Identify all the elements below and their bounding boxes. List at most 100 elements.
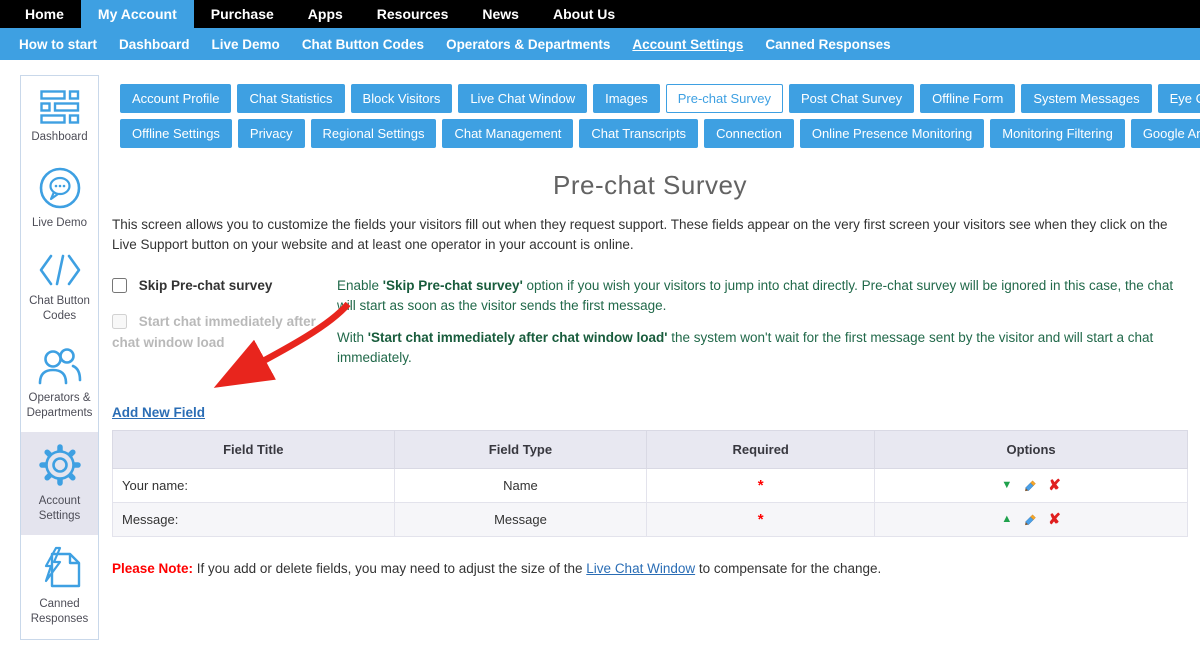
prechat-fields-table: Field Title Field Type Required Options …	[112, 430, 1188, 537]
tab-chat-statistics[interactable]: Chat Statistics	[237, 84, 344, 113]
sidebar: Dashboard Live Demo Chat Button Codes	[20, 75, 99, 640]
start-chat-immediately-checkbox[interactable]	[112, 314, 127, 329]
field-type-cell: Name	[394, 469, 647, 503]
skip-prechat-survey-label: Skip Pre-chat survey	[139, 278, 273, 293]
nav-my-account[interactable]: My Account	[81, 0, 194, 28]
field-title-cell: Your name:	[113, 469, 395, 503]
subnav-chat-button-codes[interactable]: Chat Button Codes	[291, 37, 435, 52]
canned-responses-icon	[37, 545, 83, 591]
tab-images[interactable]: Images	[593, 84, 660, 113]
page-title: Pre-chat Survey	[112, 170, 1188, 201]
nav-news[interactable]: News	[465, 0, 536, 28]
tab-post-chat-survey[interactable]: Post Chat Survey	[789, 84, 914, 113]
delete-x-icon[interactable]: ✘	[1048, 512, 1061, 527]
main-nav: Home My Account Purchase Apps Resources …	[0, 0, 1200, 28]
tab-eye-catcher[interactable]: Eye Catcher	[1158, 84, 1200, 113]
please-note: Please Note: If you add or delete fields…	[112, 561, 1188, 576]
required-cell: *	[647, 469, 875, 503]
subnav-canned-responses[interactable]: Canned Responses	[754, 37, 901, 52]
skip-prechat-survey-option: Skip Pre-chat survey	[112, 276, 327, 296]
sidebar-item-label: Dashboard	[31, 130, 87, 145]
option-descriptions: Enable 'Skip Pre-chat survey' option if …	[337, 276, 1188, 379]
subnav-how-to-start[interactable]: How to start	[8, 37, 108, 52]
settings-tabs-row-1: Account Profile Chat Statistics Block Vi…	[120, 84, 1188, 113]
sidebar-item-label: Account Settings	[23, 494, 96, 524]
nav-purchase[interactable]: Purchase	[194, 0, 291, 28]
desc2-prefix: With	[337, 330, 368, 345]
sidebar-item-label: Live Demo	[32, 216, 87, 231]
sidebar-item-operators-departments[interactable]: Operators & Departments	[21, 335, 98, 432]
live-demo-icon	[38, 166, 82, 210]
desc1-bold: 'Skip Pre-chat survey'	[383, 278, 523, 293]
header-field-title: Field Title	[113, 431, 395, 469]
options-cell: ▲ ✘	[875, 503, 1188, 537]
sidebar-item-label: Operators & Departments	[23, 391, 96, 421]
tab-regional-settings[interactable]: Regional Settings	[311, 119, 437, 148]
edit-pencil-icon[interactable]	[1022, 478, 1038, 494]
edit-pencil-icon[interactable]	[1022, 512, 1038, 528]
nav-about-us[interactable]: About Us	[536, 0, 632, 28]
skip-option-description: Enable 'Skip Pre-chat survey' option if …	[337, 276, 1188, 317]
main-content: Account Profile Chat Statistics Block Vi…	[112, 84, 1188, 590]
note-text-before: If you add or delete fields, you may nee…	[193, 561, 586, 576]
subnav-live-demo[interactable]: Live Demo	[201, 37, 291, 52]
table-header-row: Field Title Field Type Required Options	[113, 431, 1188, 469]
tab-google-analytics[interactable]: Google Analytics	[1131, 119, 1200, 148]
desc1-prefix: Enable	[337, 278, 383, 293]
tab-online-presence-monitoring[interactable]: Online Presence Monitoring	[800, 119, 984, 148]
options-cell: ▼ ✘	[875, 469, 1188, 503]
account-nav: How to start Dashboard Live Demo Chat Bu…	[0, 28, 1200, 60]
sidebar-item-account-settings[interactable]: Account Settings	[21, 432, 98, 535]
header-field-type: Field Type	[394, 431, 647, 469]
operators-icon	[37, 345, 83, 385]
dashboard-icon	[40, 90, 80, 124]
settings-tabs-row-2: Offline Settings Privacy Regional Settin…	[120, 119, 1188, 148]
required-asterisk: *	[758, 477, 764, 494]
subnav-operators-departments[interactable]: Operators & Departments	[435, 37, 621, 52]
field-type-cell: Message	[394, 503, 647, 537]
sidebar-item-chat-button-codes[interactable]: Chat Button Codes	[21, 242, 98, 335]
intro-text: This screen allows you to customize the …	[112, 215, 1188, 254]
required-asterisk: *	[758, 511, 764, 528]
start-chat-immediately-label: Start chat immediately after chat window…	[112, 314, 316, 349]
code-icon	[37, 252, 83, 288]
header-options: Options	[875, 431, 1188, 469]
start-chat-immediately-option: Start chat immediately after chat window…	[112, 312, 327, 353]
table-row: Your name: Name * ▼	[113, 469, 1188, 503]
field-title-cell: Message:	[113, 503, 395, 537]
live-chat-window-link[interactable]: Live Chat Window	[586, 561, 695, 576]
desc2-bold: 'Start chat immediately after chat windo…	[368, 330, 668, 345]
sidebar-item-label: Canned Responses	[23, 597, 96, 627]
tab-offline-form[interactable]: Offline Form	[920, 84, 1015, 113]
sidebar-item-dashboard[interactable]: Dashboard	[21, 80, 98, 156]
sidebar-item-canned-responses[interactable]: Canned Responses	[21, 535, 98, 638]
delete-x-icon[interactable]: ✘	[1048, 478, 1061, 493]
table-row: Message: Message * ▲	[113, 503, 1188, 537]
tab-live-chat-window[interactable]: Live Chat Window	[458, 84, 587, 113]
nav-apps[interactable]: Apps	[291, 0, 360, 28]
tab-offline-settings[interactable]: Offline Settings	[120, 119, 232, 148]
survey-options: Skip Pre-chat survey Start chat immediat…	[112, 276, 1188, 379]
skip-prechat-survey-checkbox[interactable]	[112, 278, 127, 293]
move-up-icon[interactable]: ▲	[1001, 514, 1012, 525]
tab-pre-chat-survey[interactable]: Pre-chat Survey	[666, 84, 783, 113]
gear-icon	[37, 442, 83, 488]
subnav-account-settings[interactable]: Account Settings	[621, 37, 754, 52]
nav-home[interactable]: Home	[8, 0, 81, 28]
tab-chat-management[interactable]: Chat Management	[442, 119, 573, 148]
please-note-label: Please Note:	[112, 561, 193, 576]
tab-monitoring-filtering[interactable]: Monitoring Filtering	[990, 119, 1125, 148]
tab-account-profile[interactable]: Account Profile	[120, 84, 231, 113]
tab-system-messages[interactable]: System Messages	[1021, 84, 1151, 113]
sidebar-item-label: Chat Button Codes	[23, 294, 96, 324]
nav-resources[interactable]: Resources	[360, 0, 466, 28]
header-required: Required	[647, 431, 875, 469]
tab-chat-transcripts[interactable]: Chat Transcripts	[579, 119, 698, 148]
tab-privacy[interactable]: Privacy	[238, 119, 305, 148]
sidebar-item-live-demo[interactable]: Live Demo	[21, 156, 98, 242]
tab-block-visitors[interactable]: Block Visitors	[351, 84, 453, 113]
tab-connection[interactable]: Connection	[704, 119, 794, 148]
subnav-dashboard[interactable]: Dashboard	[108, 37, 201, 52]
move-down-icon[interactable]: ▼	[1001, 480, 1012, 491]
add-new-field-link[interactable]: Add New Field	[112, 405, 205, 420]
